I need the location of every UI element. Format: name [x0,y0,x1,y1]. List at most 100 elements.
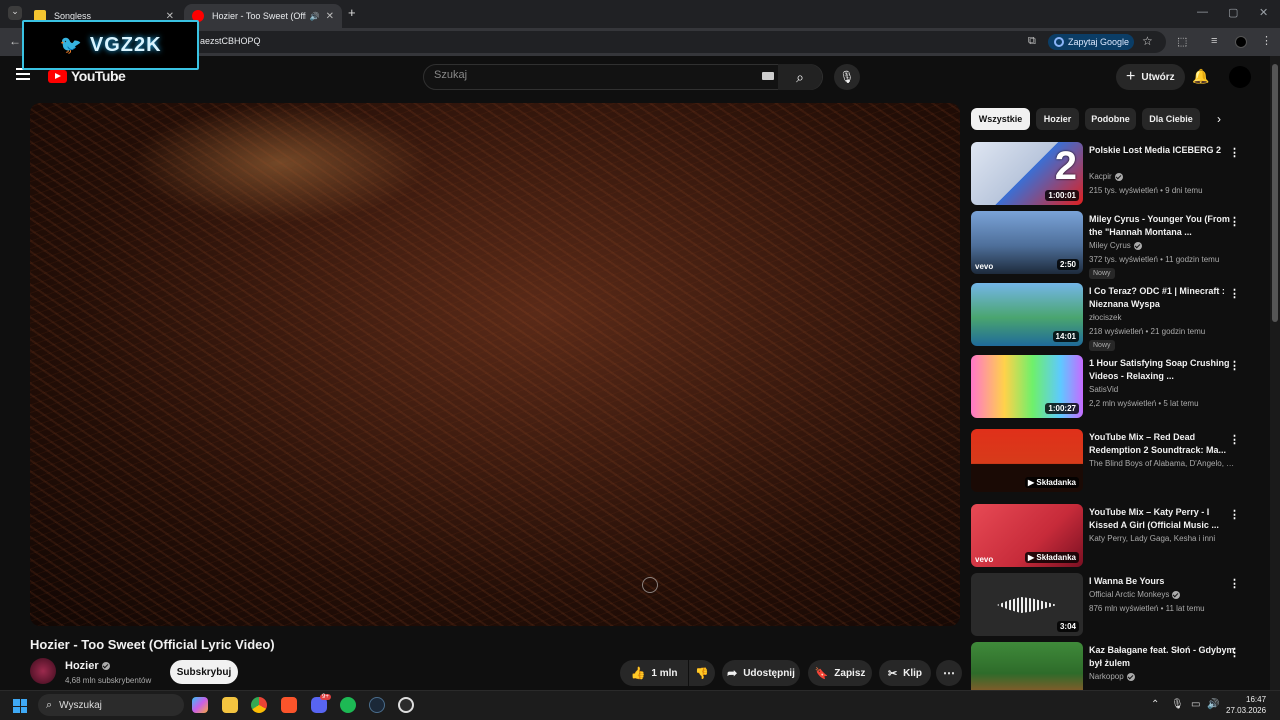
chip-all[interactable]: Wszystkie [971,108,1030,130]
create-button[interactable]: + Utwórz [1116,64,1185,90]
search-button[interactable]: ⌕ [778,64,822,90]
notifications-bell-icon[interactable]: 🔔 [1192,68,1209,85]
video-thumbnail[interactable]: 3:04 [971,573,1083,636]
video-thumbnail[interactable]: vevo ▶ Składanka [971,504,1083,567]
account-avatar[interactable] [1229,66,1251,88]
brave-icon[interactable] [281,697,297,713]
file-explorer-icon[interactable] [222,697,238,713]
recommendation-item[interactable]: vevo ▶ Składanka YouTube Mix – Katy Perr… [971,504,1261,570]
back-arrow-icon[interactable]: ← [9,34,21,48]
recommendation-item[interactable]: Kaz Bałagane feat. Słoń - Gdybym był żul… [971,642,1261,690]
recommendation-channel[interactable]: Katy Perry, Lady Gaga, Kesha i inni [1089,534,1239,543]
video-thumbnail[interactable]: 14:01 [971,283,1083,346]
ask-google-button[interactable]: Zapytaj Google [1048,34,1134,50]
menu-hamburger-icon[interactable] [16,68,30,83]
video-thumbnail[interactable]: 1:00:27 [971,355,1083,418]
recommendation-channel-row[interactable]: Narkopop [1089,672,1239,681]
chrome-icon[interactable] [251,697,267,713]
obs-icon[interactable] [398,697,414,713]
channel-avatar[interactable] [30,658,56,684]
volume-icon[interactable]: 🔊 [1207,699,1219,710]
recommendation-title[interactable]: YouTube Mix – Katy Perry - I Kissed A Gi… [1089,506,1239,532]
steam-icon[interactable] [369,697,385,713]
recommendation-meta: 372 tys. wyświetleń • 11 godzin temu [1089,255,1220,264]
kebab-menu-icon[interactable]: ⋮ [1229,433,1240,446]
audio-playing-icon[interactable]: 🔊 [310,12,320,21]
profile-avatar[interactable] [1235,36,1247,48]
recommendation-item[interactable]: 2 1:00:01 Polskie Lost Media ICEBERG 2 K… [971,142,1261,208]
copilot-icon[interactable] [192,697,208,713]
recommendation-channel[interactable]: złociszek [1089,313,1239,322]
recommendation-item[interactable]: 3:04 I Wanna Be Yours Official Arctic Mo… [971,573,1261,639]
ask-google-label: Zapytaj Google [1068,37,1130,47]
video-player[interactable] [30,103,960,626]
recommendation-item[interactable]: 14:01 I Co Teraz? ODC #1 | Minecraft : N… [971,283,1261,351]
window-close-button[interactable]: ✕ [1259,6,1268,19]
recommendation-channel[interactable]: SatisVid [1089,385,1239,394]
bookmark-star-icon[interactable]: ☆ [1142,34,1153,48]
chevron-right-icon[interactable]: › [1217,112,1221,126]
video-thumbnail[interactable]: 2 1:00:01 [971,142,1083,205]
extensions-icon[interactable]: ⬚ [1177,35,1187,48]
recommendation-channel-row[interactable]: Kacpir [1089,172,1239,181]
spotify-icon[interactable] [340,697,356,713]
scrollbar-thumb[interactable] [1272,64,1278,322]
recommendation-title[interactable]: Miley Cyrus - Younger You (From the "Han… [1089,213,1239,239]
new-tab-button[interactable]: + [348,5,356,20]
recommendation-item[interactable]: 1:00:27 1 Hour Satisfying Soap Crushing … [971,355,1261,421]
recommendation-title[interactable]: Kaz Bałagane feat. Słoń - Gdybym był żul… [1089,644,1239,670]
minimize-button[interactable]: — [1197,6,1208,18]
tray-overflow-icon[interactable]: ⌃ [1151,699,1159,710]
kebab-menu-icon[interactable]: ⋮ [1229,146,1240,159]
microphone-tray-icon[interactable]: 🎙 [1171,699,1184,710]
chip-for-you[interactable]: Dla Ciebie [1142,108,1200,130]
cast-icon[interactable]: ⧉ [1028,35,1036,48]
taskbar-clock[interactable]: 16:47 27.03.2026 [1226,694,1266,716]
video-thumbnail[interactable]: vevo 2:50 [971,211,1083,274]
recommendation-title[interactable]: I Wanna Be Yours [1089,575,1239,588]
page-scrollbar[interactable] [1270,56,1280,690]
recommendation-title[interactable]: YouTube Mix – Red Dead Redemption 2 Soun… [1089,431,1239,457]
kebab-menu-icon[interactable]: ⋮ [1229,508,1240,521]
channel-name-row[interactable]: Hozier [65,660,110,672]
kebab-menu-icon[interactable]: ⋮ [1229,215,1240,228]
subscribe-button[interactable]: Subskrybuj [170,660,238,684]
maximize-button[interactable]: ▢ [1228,6,1238,19]
chip-related[interactable]: Podobne [1085,108,1136,130]
chip-hozier[interactable]: Hozier [1036,108,1079,130]
recommendation-title[interactable]: Polskie Lost Media ICEBERG 2 [1089,144,1239,157]
like-button[interactable]: 👍 1 mln [620,660,688,686]
recommendation-channel[interactable]: The Blind Boys of Alabama, D'Angelo, Da.… [1089,459,1239,468]
video-thumbnail[interactable] [971,642,1083,690]
recommendation-item[interactable]: ▶ Składanka YouTube Mix – Red Dead Redem… [971,429,1261,495]
dislike-button[interactable]: 👎 [689,660,715,686]
network-icon[interactable]: ▭ [1191,699,1200,710]
recommendation-title[interactable]: I Co Teraz? ODC #1 | Minecraft : Nieznan… [1089,285,1239,311]
recommendation-meta: 215 tys. wyświetleń • 9 dni temu [1089,186,1203,195]
clip-button[interactable]: ✂ Klip [879,660,931,686]
taskbar-search[interactable]: ⌕ Wyszukaj [38,694,184,716]
voice-search-button[interactable]: 🎙 [834,64,860,90]
recommendation-channel-row[interactable]: Miley Cyrus [1089,241,1239,250]
video-thumbnail[interactable]: ▶ Składanka [971,429,1083,492]
media-control-icon[interactable]: ≡ [1211,35,1217,47]
tab-close-icon[interactable]: ✕ [326,11,334,22]
kebab-menu-icon[interactable]: ⋮ [1229,646,1240,659]
recommendation-title[interactable]: 1 Hour Satisfying Soap Crushing Videos -… [1089,357,1239,383]
browser-menu-icon[interactable]: ⋮ [1261,34,1272,47]
share-button[interactable]: ➦ Udostępnij [722,660,800,686]
browser-tab-hozier[interactable]: Hozier - Too Sweet (Official 🔊 ✕ [184,4,342,28]
youtube-logo[interactable]: YouTube PL [48,66,126,84]
more-actions-button[interactable]: ⋯ [936,660,962,686]
windows-start-icon[interactable] [13,699,27,713]
search-input[interactable] [434,69,734,81]
save-button[interactable]: 🔖 Zapisz [808,660,872,686]
recommendation-item[interactable]: vevo 2:50 Miley Cyrus - Younger You (Fro… [971,211,1261,279]
kebab-menu-icon[interactable]: ⋮ [1229,577,1240,590]
tab-search-menu-button[interactable]: ⌄ [8,6,22,20]
keyboard-icon[interactable] [762,72,774,80]
recommendation-channel-row[interactable]: Official Arctic Monkeys [1089,590,1239,599]
address-bar[interactable]: aezstCBHOPQ ⧉ Zapytaj Google ☆ [36,31,1166,53]
kebab-menu-icon[interactable]: ⋮ [1229,287,1240,300]
kebab-menu-icon[interactable]: ⋮ [1229,359,1240,372]
